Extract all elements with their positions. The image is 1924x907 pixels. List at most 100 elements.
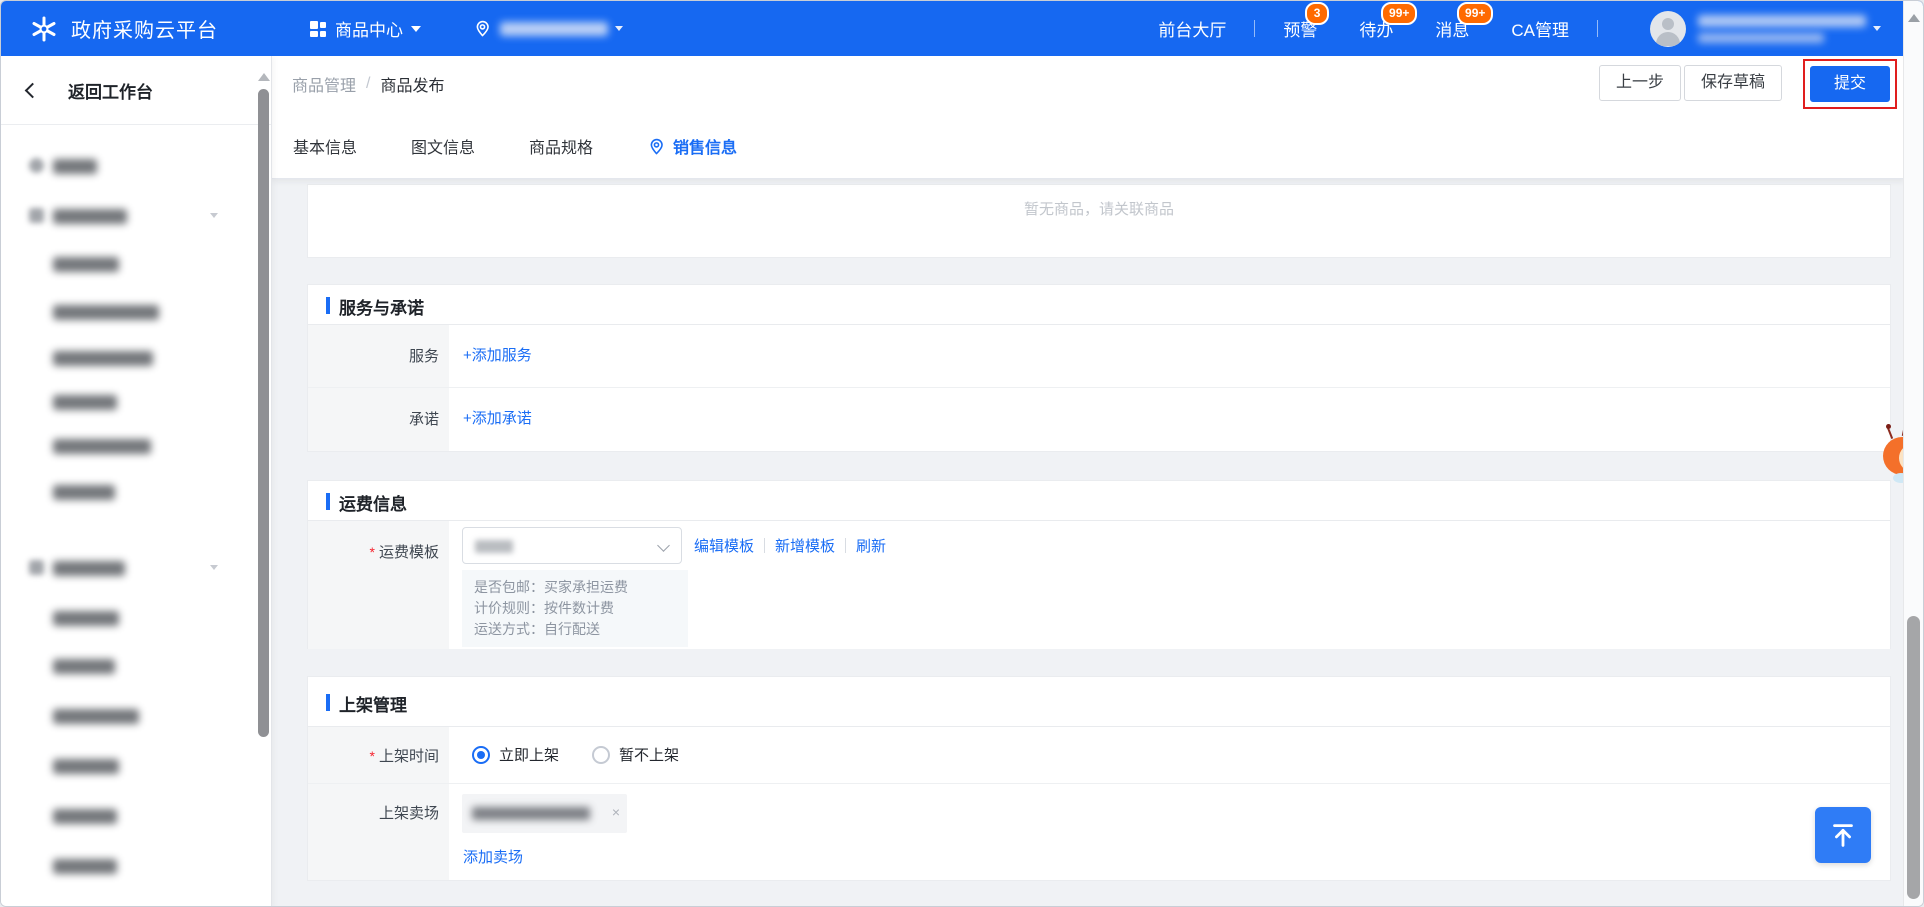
tab-image-text-info[interactable]: 图文信息 [411, 134, 475, 172]
back-to-top-button[interactable] [1815, 807, 1871, 863]
select-chevron-icon [657, 539, 670, 552]
freight-info-line: 是否包邮：买家承担运费 [474, 577, 676, 598]
front-hall-label: 前台大厅 [1158, 16, 1226, 41]
page-topbar: 商品管理 / 商品发布 上一步 保存草稿 提交 基本信息 图文信息 商品规格 销… [272, 56, 1905, 179]
sidebar-item[interactable] [1, 806, 256, 826]
service-label: 服务 [308, 325, 449, 387]
location-selector[interactable] [473, 19, 623, 38]
radio-shelf-later-label[interactable]: 暂不上架 [619, 744, 679, 765]
freight-info-line: 运送方式：自行配送 [474, 619, 676, 640]
chevron-down-icon [411, 26, 421, 32]
alerts-badge: 3 [1305, 2, 1330, 25]
sidebar-scroll-up-arrow[interactable] [258, 73, 270, 81]
shelf-market-label: 上架卖场 [308, 784, 449, 880]
nav-messages[interactable]: 消息 99+ [1435, 16, 1469, 41]
tab-basic-info[interactable]: 基本信息 [293, 134, 357, 172]
sidebar-item[interactable] [1, 856, 256, 876]
promise-label: 承诺 [308, 388, 449, 451]
required-asterisk: * [370, 748, 375, 764]
section-accent-bar [326, 297, 330, 314]
service-mascot-widget[interactable] [1881, 423, 1905, 487]
nav-todo[interactable]: 待办 99+ [1359, 16, 1393, 41]
breadcrumb: 商品管理 / 商品发布 [292, 72, 444, 96]
prev-step-button[interactable]: 上一步 [1599, 65, 1681, 101]
form-scroll-area: 暂无商品，请关联商品 服务与承诺 服务 +添加服务 承诺 +添加承诺 运费信息 [272, 179, 1905, 907]
related-products-card: 暂无商品，请关联商品 [307, 184, 1891, 258]
sidebar-item[interactable] [1, 156, 256, 176]
breadcrumb-current: 商品发布 [380, 72, 444, 96]
breadcrumb-parent[interactable]: 商品管理 [292, 72, 356, 96]
sidebar-item[interactable] [1, 756, 256, 776]
remove-tag-icon[interactable]: × [612, 804, 620, 820]
form-tabs: 基本信息 图文信息 商品规格 销售信息 [293, 134, 791, 172]
todo-badge: 99+ [1381, 2, 1417, 25]
freight-template-summary: 是否包邮：买家承担运费 计价规则：按件数计费 运送方式：自行配送 [462, 570, 688, 647]
sidebar-scrollbar-thumb[interactable] [258, 89, 269, 737]
sidebar-item[interactable] [1, 608, 256, 628]
scrollbar-up-arrow[interactable] [1908, 14, 1920, 22]
platform-logo-icon [29, 14, 59, 44]
nav-front-hall[interactable]: 前台大厅 [1158, 16, 1226, 41]
sidebar-group[interactable] [1, 558, 256, 578]
submit-button[interactable]: 提交 [1810, 66, 1890, 102]
header-divider [1597, 20, 1598, 37]
shelf-market-row: 上架卖场 × 添加卖场 [308, 784, 1890, 880]
sidebar-item[interactable] [1, 392, 256, 412]
redacted-user-org [1698, 33, 1824, 43]
sidebar-item[interactable] [1, 348, 256, 368]
refresh-link[interactable]: 刷新 [856, 535, 886, 556]
window-scrollbar [1903, 1, 1923, 906]
back-to-top-icon [1828, 820, 1858, 850]
section-accent-bar [326, 694, 330, 711]
required-asterisk: * [370, 544, 375, 560]
add-market-link[interactable]: 添加卖场 [463, 846, 523, 867]
anchor-pin-icon [647, 137, 666, 156]
user-avatar[interactable] [1650, 11, 1686, 47]
section-accent-bar [326, 493, 330, 510]
freight-card: 运费信息 *运费模板 编辑模板 新增模板 刷新 [307, 480, 1891, 649]
ca-label: CA管理 [1511, 16, 1569, 41]
sidebar-item[interactable] [1, 302, 256, 322]
sidebar-item[interactable] [1, 436, 256, 456]
redacted-location-text [500, 22, 608, 36]
grid-menu-icon [310, 21, 326, 37]
service-row: 服务 +添加服务 [308, 325, 1890, 388]
nav-ca-management[interactable]: CA管理 [1511, 16, 1569, 41]
chevron-left-icon [25, 82, 41, 98]
empty-products-text: 暂无商品，请关联商品 [1024, 198, 1174, 219]
sidebar-item[interactable] [1, 706, 256, 726]
tab-product-spec[interactable]: 商品规格 [529, 134, 593, 172]
freight-info-line: 计价规则：按件数计费 [474, 598, 676, 619]
location-pin-icon [473, 19, 492, 38]
header-divider [1254, 20, 1255, 37]
new-template-link[interactable]: 新增模板 [775, 535, 835, 556]
back-to-workbench[interactable]: 返回工作台 [1, 56, 271, 125]
sidebar-item[interactable] [1, 254, 256, 274]
nav-alerts[interactable]: 预警 3 [1283, 16, 1317, 41]
freight-template-select[interactable] [462, 527, 682, 564]
sidebar-item[interactable] [1, 656, 256, 676]
promise-row: 承诺 +添加承诺 [308, 388, 1890, 451]
nav-product-center[interactable]: 商品中心 [310, 16, 421, 41]
add-service-link[interactable]: +添加服务 [463, 344, 532, 365]
sidebar-group[interactable] [1, 206, 256, 226]
shelf-time-row: *上架时间 立即上架 暂不上架 [308, 727, 1890, 784]
template-links: 编辑模板 新增模板 刷新 [694, 535, 886, 556]
nav-product-center-label: 商品中心 [335, 16, 403, 41]
user-menu-chevron-icon[interactable] [1873, 26, 1881, 31]
sidebar-item[interactable] [1, 482, 256, 502]
market-tag: × [462, 794, 627, 833]
link-divider [764, 538, 765, 553]
section-title: 服务与承诺 [339, 294, 424, 319]
radio-shelf-now-label[interactable]: 立即上架 [499, 744, 559, 765]
radio-shelf-later[interactable] [592, 746, 610, 764]
save-draft-button[interactable]: 保存草稿 [1684, 65, 1782, 101]
shelf-card: 上架管理 *上架时间 立即上架 暂不上架 上架卖场 [307, 676, 1891, 881]
user-info[interactable] [1698, 15, 1866, 43]
radio-shelf-now[interactable] [472, 746, 490, 764]
tab-sales-info[interactable]: 销售信息 [647, 134, 737, 172]
edit-template-link[interactable]: 编辑模板 [694, 535, 754, 556]
section-title: 上架管理 [339, 691, 407, 716]
window-scrollbar-thumb[interactable] [1907, 616, 1920, 899]
add-promise-link[interactable]: +添加承诺 [463, 407, 532, 428]
